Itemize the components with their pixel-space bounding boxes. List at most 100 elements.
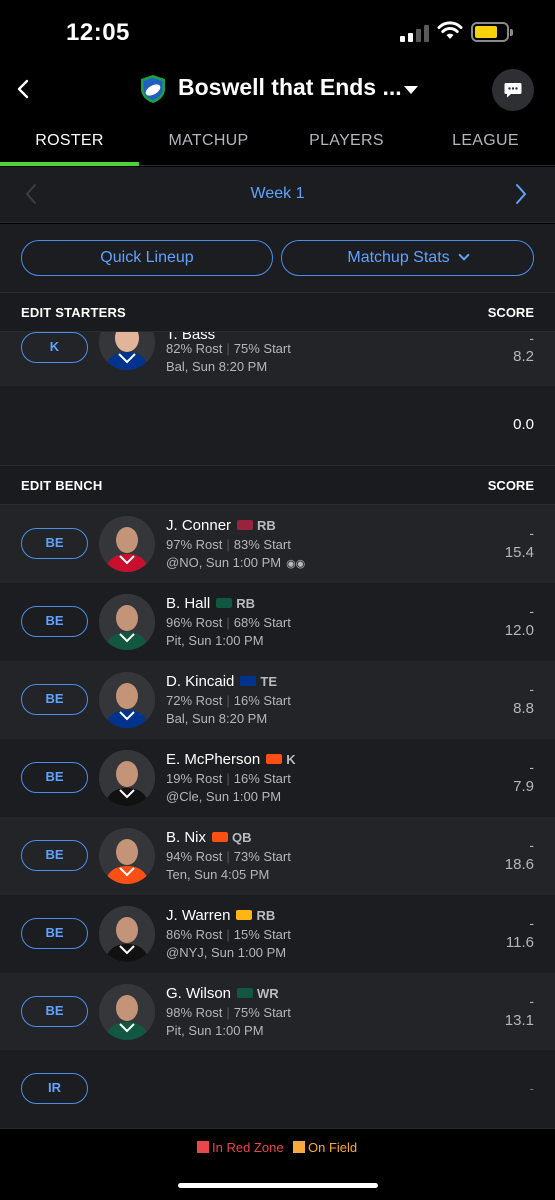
player-ownership: 86% Rost | 15% Start (166, 927, 291, 942)
player-avatar (99, 984, 155, 1040)
slot-button-be[interactable]: BE (21, 996, 88, 1027)
player-score: 7.9 (513, 778, 534, 795)
quick-lineup-label: Quick Lineup (100, 249, 194, 266)
projected-dash: - (529, 837, 534, 853)
slot-button-be[interactable]: BE (21, 684, 88, 715)
tab-league[interactable]: LEAGUE (416, 118, 555, 166)
score-header: SCORE (487, 305, 534, 320)
chat-bubble-icon (504, 83, 522, 98)
quick-lineup-button[interactable]: Quick Lineup (21, 240, 273, 276)
bench-player-row[interactable]: BE E. McPherson K 19% Rost | 16% Start @Cle, S… (0, 739, 555, 817)
slot-button-be[interactable]: BE (21, 918, 88, 949)
player-game-info: Ten, Sun 4:05 PM (166, 867, 270, 882)
red-zone-swatch-icon (197, 1141, 209, 1153)
team-logo-icon (237, 520, 254, 531)
projected-dash: - (529, 603, 534, 619)
player-name[interactable]: B. Hall RB (166, 595, 255, 612)
player-name[interactable]: B. Nix QB (166, 829, 252, 846)
player-game-info: Bal, Sun 8:20 PM (166, 711, 268, 726)
player-position: WR (257, 986, 279, 1001)
edit-starters-label[interactable]: EDIT STARTERS (21, 305, 126, 320)
bench-player-row[interactable]: BE G. Wilson WR 98% Rost | 75% Start Pit, Sun … (0, 973, 555, 1051)
bench-player-row[interactable]: BE J. Warren RB 86% Rost | 15% Start @NYJ, Sun… (0, 895, 555, 973)
team-logo-icon (240, 676, 257, 687)
team-logo-icon (216, 598, 233, 609)
projected-dash: - (529, 525, 534, 541)
player-avatar (99, 332, 155, 370)
bench-section-header: EDIT BENCH SCORE (0, 465, 555, 505)
player-name[interactable]: E. McPherson K (166, 751, 296, 768)
player-position: TE (260, 674, 277, 689)
player-avatar (99, 828, 155, 884)
starters-total-row: 0.0 (0, 386, 555, 465)
slot-button-ir[interactable]: IR (21, 1073, 88, 1104)
binoculars-icon: ◉◉ (286, 558, 306, 570)
slot-button-be[interactable]: BE (21, 762, 88, 793)
football-shield-icon (141, 75, 165, 103)
matchup-stats-button[interactable]: Matchup Stats (281, 240, 534, 276)
player-position: RB (256, 908, 276, 923)
dropdown-caret-icon[interactable] (404, 86, 418, 94)
back-chevron-icon[interactable] (14, 77, 34, 101)
player-avatar (99, 594, 155, 650)
player-position: RB (257, 518, 276, 533)
player-score: 13.1 (504, 1012, 534, 1029)
player-game-info: @NYJ, Sun 1:00 PM (166, 945, 287, 960)
bench-player-row[interactable]: BE B. Hall RB 96% Rost | 68% Start Pit, Sun 1:… (0, 583, 555, 661)
slot-button-be[interactable]: BE (21, 840, 88, 871)
player-name[interactable]: G. Wilson WR (166, 985, 279, 1002)
team-logo-icon (266, 754, 283, 765)
team-logo-icon (236, 910, 253, 921)
player-avatar (99, 672, 155, 728)
starter-row-kicker[interactable]: K T. Bass 82% Rost | 75% Start Bal, Sun 8:… (0, 332, 555, 386)
player-score: 18.6 (504, 856, 534, 873)
tab-roster[interactable]: ROSTER (0, 118, 139, 166)
team-name-title[interactable]: Boswell that Ends ... (178, 74, 402, 101)
legend-on-field: On Field (293, 1140, 357, 1155)
tab-matchup[interactable]: MATCHUP (139, 118, 278, 166)
projected-dash: - (529, 993, 534, 1009)
player-name[interactable]: J. Warren RB (166, 907, 275, 924)
tab-players[interactable]: PLAYERS (277, 118, 416, 166)
player-position: RB (236, 596, 255, 611)
player-score: 8.2 (513, 348, 534, 365)
player-ownership: 96% Rost | 68% Start (166, 615, 291, 630)
slot-button-be[interactable]: BE (21, 528, 88, 559)
player-name[interactable]: D. Kincaid TE (166, 673, 277, 690)
team-logo-icon (237, 988, 254, 999)
main-tabs: ROSTER MATCHUP PLAYERS LEAGUE (0, 118, 555, 166)
player-game-info: @Cle, Sun 1:00 PM (166, 789, 282, 804)
chat-button[interactable] (492, 69, 534, 111)
next-week-chevron-icon[interactable] (514, 183, 528, 205)
player-ownership: 97% Rost | 83% Start (166, 537, 291, 552)
player-avatar (99, 516, 155, 572)
ir-empty-dash: - (529, 1080, 534, 1096)
edit-bench-label[interactable]: EDIT BENCH (21, 478, 102, 493)
projected-dash: - (529, 915, 534, 931)
slot-button-be[interactable]: BE (21, 606, 88, 637)
starters-section-header: EDIT STARTERS SCORE (0, 292, 555, 332)
status-time: 12:05 (66, 19, 130, 46)
chevron-down-icon (457, 249, 470, 261)
player-avatar (99, 906, 155, 962)
player-avatar (99, 750, 155, 806)
wifi-icon (437, 21, 463, 39)
legend-red-zone: In Red Zone (197, 1140, 284, 1155)
home-indicator[interactable] (178, 1183, 378, 1188)
team-logo-icon (212, 832, 229, 843)
player-ownership: 19% Rost | 16% Start (166, 771, 291, 786)
bench-player-row[interactable]: BE B. Nix QB 94% Rost | 73% Start Ten, Sun 4:0… (0, 817, 555, 895)
bench-player-row[interactable]: BE D. Kincaid TE 72% Rost | 16% Start Bal, Sun… (0, 661, 555, 739)
projected-dash: - (529, 332, 534, 346)
player-score: 8.8 (513, 700, 534, 717)
player-name[interactable]: J. Conner RB (166, 517, 276, 534)
starters-total-score: 0.0 (513, 416, 534, 433)
player-position: K (286, 752, 296, 767)
bench-player-row[interactable]: BE J. Conner RB 97% Rost | 83% Start @NO, Sun … (0, 505, 555, 583)
team-header: Boswell that Ends ... (0, 62, 555, 118)
slot-button-k[interactable]: K (21, 332, 88, 363)
player-score: 15.4 (504, 544, 534, 561)
player-game-info: Bal, Sun 8:20 PM (166, 359, 268, 374)
player-ownership: 94% Rost | 73% Start (166, 849, 291, 864)
week-label[interactable]: Week 1 (0, 185, 555, 203)
